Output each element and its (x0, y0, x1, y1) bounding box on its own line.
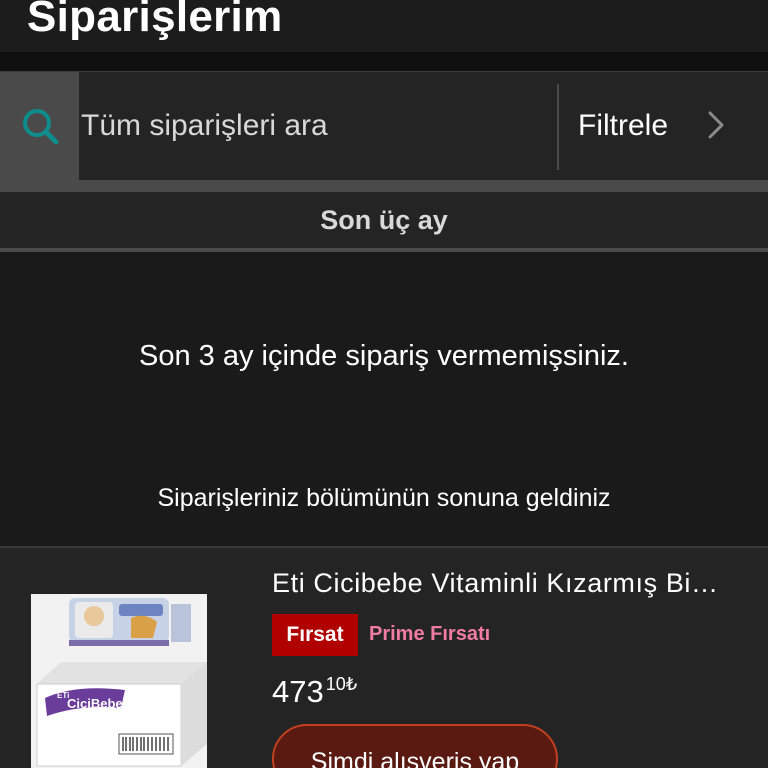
product-image[interactable]: ETi CiciBebe (31, 594, 207, 768)
search-icon[interactable] (0, 72, 79, 180)
filter-button[interactable]: Filtrele (559, 72, 768, 180)
header-bar: Siparişlerim (0, 0, 768, 52)
empty-state-message: Son 3 ay içinde sipariş vermemişsiniz. (139, 340, 629, 372)
price-whole: 473 (272, 674, 324, 709)
recommendation-card[interactable]: ETi CiciBebe Eti Cicibebe Vitaminli Kıza… (0, 546, 768, 768)
filter-label: Filtrele (578, 109, 669, 142)
list-end-message: Siparişleriniz bölümünün sonuna geldiniz (157, 484, 611, 512)
image-brand-text: CiciBebe (67, 696, 123, 711)
search-bar: Filtrele (0, 71, 768, 180)
chevron-right-icon (708, 111, 724, 139)
deal-badge: Fırsat (272, 614, 358, 656)
product-title[interactable]: Eti Cicibebe Vitaminli Kızarmış Bisküvi (272, 568, 732, 599)
divider (0, 248, 768, 252)
page-title: Siparişlerim (27, 0, 283, 41)
price-fraction: 10₺ (325, 674, 358, 694)
divider (0, 52, 768, 71)
period-selector[interactable]: Son üç ay (0, 192, 768, 248)
divider (0, 180, 768, 192)
period-label: Son üç ay (320, 204, 448, 235)
search-input[interactable] (79, 72, 557, 180)
prime-deal-label: Prime Fırsatı (369, 623, 491, 645)
shop-now-button[interactable]: Şimdi alışveriş yap (272, 724, 558, 768)
product-price: 473 10₺ (272, 674, 357, 710)
